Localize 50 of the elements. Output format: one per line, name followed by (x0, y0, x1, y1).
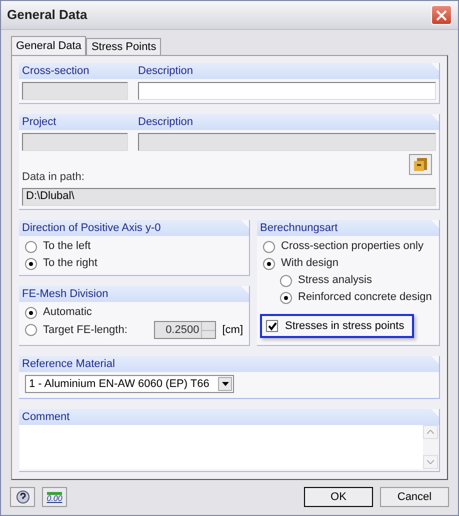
radio-button[interactable] (25, 306, 37, 318)
description-field[interactable] (138, 82, 436, 100)
radio-label: Cross-section properties only (281, 239, 424, 254)
radio-button[interactable] (263, 240, 275, 252)
folder-button[interactable] (409, 154, 432, 175)
description-field[interactable] (138, 133, 436, 151)
group-title: Description (138, 64, 194, 79)
comment-field[interactable] (20, 425, 438, 469)
group-title: Cross-section (22, 64, 90, 77)
close-button[interactable] (431, 5, 452, 25)
radio-label: To the right (43, 256, 98, 272)
group-title: Project (22, 116, 56, 128)
radio-label: Target FE-length: (43, 322, 128, 338)
text-field[interactable] (22, 82, 128, 100)
radio-button[interactable] (25, 324, 37, 336)
tab[interactable]: Stress Points (86, 38, 162, 55)
dialog-button[interactable]: OK (304, 487, 373, 507)
cabinet-icon (414, 158, 428, 171)
radio-label: With design (281, 256, 338, 272)
group-title: Reference Material (22, 356, 115, 372)
radio-button[interactable] (280, 292, 292, 304)
group-title: FE-Mesh Division (22, 286, 108, 302)
group-title: Direction of Positive Axis y-0 (22, 220, 161, 236)
radio-button[interactable] (263, 258, 275, 270)
group-title: Description (138, 114, 194, 130)
scrollbar[interactable] (423, 425, 438, 469)
help-icon (16, 490, 30, 504)
window-title: General Data (7, 6, 88, 24)
help-button[interactable] (10, 487, 35, 507)
material-dropdown[interactable]: 1 - Aluminium EN-AW 6060 (EP) T66 (25, 375, 234, 393)
radio-button[interactable] (280, 274, 292, 286)
radio-label: Automatic (43, 305, 92, 320)
text-field[interactable] (22, 133, 128, 151)
dialog-button[interactable]: Cancel (380, 487, 449, 507)
group-title: Comment (22, 410, 70, 425)
caret-icon (222, 382, 228, 386)
path-label: Data in path: (22, 171, 84, 183)
decimal-places-button[interactable]: 0.00 (42, 487, 67, 507)
radio-button[interactable] (25, 258, 37, 270)
group-title: Berechnungsart (260, 220, 338, 236)
tab[interactable]: General Data (11, 36, 86, 55)
path-field[interactable]: D:\Dlubal\ (22, 188, 436, 206)
radio-button[interactable] (25, 240, 37, 252)
close-icon (436, 10, 447, 20)
radio-label: Stress analysis (298, 273, 372, 288)
radio-label: To the left (43, 239, 91, 254)
radio-label: Reinforced concrete design (298, 290, 432, 306)
checkbox-label: Stresses in stress points (285, 318, 404, 334)
unit-label: [cm] (222, 322, 243, 338)
checkbox[interactable] (266, 320, 278, 332)
